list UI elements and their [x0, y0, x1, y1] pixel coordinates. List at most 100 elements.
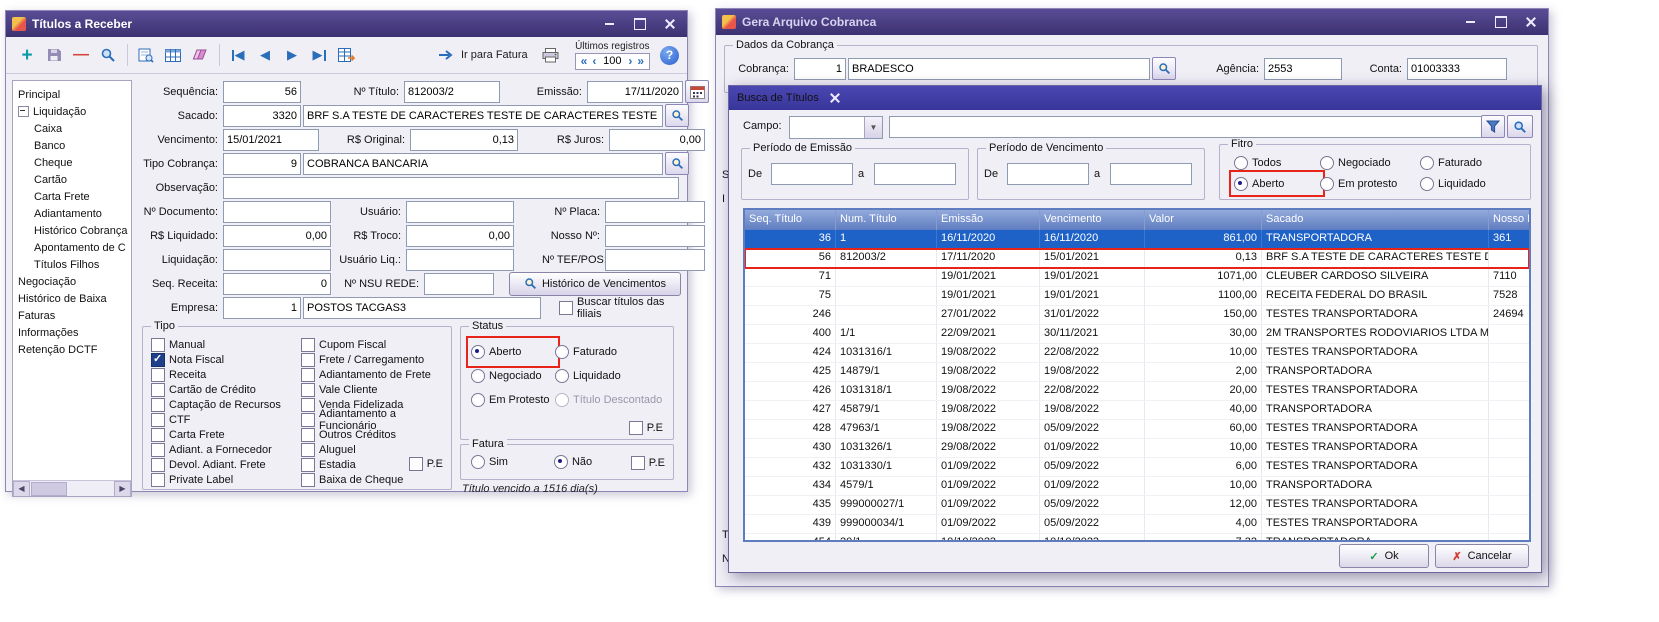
- pager-last-button[interactable]: »: [637, 55, 644, 67]
- buscar-filiais-checkbox[interactable]: Buscar títulos das filiais: [559, 300, 681, 315]
- rs-original-input[interactable]: [410, 129, 518, 151]
- minimize-button[interactable]: [596, 14, 623, 34]
- radio-sim[interactable]: Sim: [471, 455, 508, 469]
- checkbox-icon[interactable]: [301, 398, 315, 412]
- checkbox-icon[interactable]: [301, 353, 315, 367]
- ok-button[interactable]: ✓ Ok: [1339, 544, 1429, 568]
- column-header-emiss-o[interactable]: Emissão: [937, 210, 1040, 230]
- num-placa-input[interactable]: [605, 201, 705, 223]
- radio-negociado[interactable]: Negociado: [471, 365, 555, 387]
- table-row[interactable]: 439999000034/101/09/202205/09/20224,00TE…: [745, 515, 1529, 534]
- pe-checkbox-status[interactable]: P.E: [629, 420, 663, 435]
- maximize-button[interactable]: [1487, 12, 1514, 32]
- observacao-input[interactable]: [223, 177, 679, 199]
- delete-button[interactable]: —: [68, 42, 94, 68]
- empresa-code-input[interactable]: [223, 297, 301, 319]
- checkbox-item-receita[interactable]: Receita: [151, 367, 297, 382]
- checkbox-icon[interactable]: [151, 353, 165, 367]
- seq-receita-input[interactable]: [223, 273, 331, 295]
- checkbox-icon[interactable]: [151, 458, 165, 472]
- sidebar-hscrollbar[interactable]: ◀ ▶: [13, 480, 131, 496]
- radio-todos[interactable]: Todos: [1234, 154, 1320, 171]
- radio-liquidado[interactable]: Liquidado: [1420, 175, 1510, 192]
- emissao-de-input[interactable]: [771, 163, 853, 185]
- maximize-button[interactable]: [626, 14, 653, 34]
- checkbox-icon[interactable]: [151, 368, 165, 382]
- table-row[interactable]: 4001/122/09/202130/11/202130,002M TRANSP…: [745, 325, 1529, 344]
- grid-view-button[interactable]: [160, 42, 186, 68]
- tipo-cobranca-search-button[interactable]: [665, 152, 689, 175]
- scroll-left-icon[interactable]: ◀: [13, 481, 30, 497]
- checkbox-item-baixa-de-cheque[interactable]: Baixa de Cheque: [301, 472, 449, 487]
- checkbox-item-adiantamento-a-funcion-rio[interactable]: Adiantamento a Funcionário: [301, 412, 449, 427]
- table-row[interactable]: 42745879/119/08/202219/08/202240,00TRANS…: [745, 401, 1529, 420]
- checkbox-item-nota-fiscal[interactable]: Nota Fiscal: [151, 352, 297, 367]
- checkbox-icon[interactable]: [301, 458, 315, 472]
- column-header-sacado[interactable]: Sacado: [1262, 210, 1489, 230]
- checkbox-item-adiant-a-fornecedor[interactable]: Adiant. a Fornecedor: [151, 442, 297, 457]
- cobranca-name-input[interactable]: [848, 58, 1150, 80]
- radio-em-protesto[interactable]: Em protesto: [1320, 175, 1420, 192]
- checkbox-item-adiantamento-de-frete[interactable]: Adiantamento de Frete: [301, 367, 449, 382]
- sidebar-item-hist-rico-de-baixa[interactable]: Histórico de Baixa: [18, 290, 129, 307]
- num-nsu-rede-input[interactable]: [424, 273, 494, 295]
- table-row[interactable]: 7119/01/202119/01/20211071,00CLEUBER CAR…: [745, 268, 1529, 287]
- table-row[interactable]: 4261031318/119/08/202222/08/202220,00TES…: [745, 382, 1529, 401]
- radio-em-protesto[interactable]: Em Protesto: [471, 389, 555, 411]
- search-button[interactable]: [95, 42, 121, 68]
- radio-liquidado[interactable]: Liquidado: [555, 365, 663, 387]
- radio-t-tulo-descontado[interactable]: Título Descontado: [555, 389, 663, 411]
- print-button[interactable]: [538, 42, 564, 68]
- pe-checkbox-tipo[interactable]: P.E: [409, 456, 443, 471]
- sidebar-item-negocia-o[interactable]: Negociação: [18, 273, 129, 290]
- checkbox-item-cart-o-de-cr-dito[interactable]: Cartão de Crédito: [151, 382, 297, 397]
- scroll-thumb[interactable]: [31, 482, 67, 496]
- column-header-valor[interactable]: Valor: [1145, 210, 1262, 230]
- busca-search-input[interactable]: [889, 116, 1483, 138]
- ir-para-fatura-button[interactable]: Ir para Fatura: [438, 49, 528, 61]
- agencia-input[interactable]: [1264, 58, 1342, 80]
- usuario-input[interactable]: [406, 201, 514, 223]
- checkbox-item-cupom-fiscal[interactable]: Cupom Fiscal: [301, 337, 449, 352]
- checkbox-item-frete-carregamento[interactable]: Frete / Carregamento: [301, 352, 449, 367]
- checkbox-icon[interactable]: [151, 473, 165, 487]
- tipo-cobranca-code-input[interactable]: [223, 153, 301, 175]
- sacado-name-input[interactable]: [303, 105, 663, 127]
- right-window-titlebar[interactable]: Gera Arquivo Cobranca: [716, 9, 1548, 35]
- checkbox-icon[interactable]: [301, 338, 315, 352]
- sidebar-item-adiantamento[interactable]: Adiantamento: [18, 205, 129, 222]
- column-header-vencimento[interactable]: Vencimento: [1040, 210, 1145, 230]
- radio-aberto[interactable]: Aberto: [1234, 175, 1320, 192]
- sacado-code-input[interactable]: [223, 105, 301, 127]
- export-grid-button[interactable]: [333, 42, 359, 68]
- num-documento-input[interactable]: [223, 201, 331, 223]
- save-button[interactable]: [41, 42, 67, 68]
- table-row[interactable]: 4344579/101/09/202201/09/202210,00TRANSP…: [745, 477, 1529, 496]
- nosso-num-input[interactable]: [605, 225, 705, 247]
- close-button[interactable]: [1517, 12, 1544, 32]
- checkbox-item-private-label[interactable]: Private Label: [151, 472, 297, 487]
- table-row[interactable]: 42847963/119/08/202205/09/202260,00TESTE…: [745, 420, 1529, 439]
- cancel-button[interactable]: ✗ Cancelar: [1435, 544, 1529, 568]
- calendar-button[interactable]: [685, 80, 709, 103]
- historico-vencimentos-button[interactable]: Histórico de Vencimentos: [509, 272, 681, 296]
- checkbox-icon[interactable]: [151, 383, 165, 397]
- sidebar-item-carta-frete[interactable]: Carta Frete: [18, 188, 129, 205]
- sidebar-item-banco[interactable]: Banco: [18, 137, 129, 154]
- emissao-a-input[interactable]: [874, 163, 956, 185]
- table-row[interactable]: 42514879/119/08/202219/08/20222,00TRANSP…: [745, 363, 1529, 382]
- radio-aberto[interactable]: Aberto: [471, 341, 555, 363]
- sidebar-item-principal[interactable]: Principal: [18, 86, 129, 103]
- checkbox-icon[interactable]: [301, 413, 315, 427]
- vencimento-de-input[interactable]: [1007, 163, 1089, 185]
- sidebar-item-apontamento-de-c[interactable]: Apontamento de C: [18, 239, 129, 256]
- table-row[interactable]: 435999000027/101/09/202205/09/202212,00T…: [745, 496, 1529, 515]
- vencimento-a-input[interactable]: [1110, 163, 1192, 185]
- checkbox-icon[interactable]: [301, 443, 315, 457]
- column-header-seq-t-tulo[interactable]: Seq. Título: [745, 210, 836, 230]
- table-row[interactable]: 36116/11/202016/11/2020861,00TRANSPORTAD…: [745, 230, 1529, 249]
- column-header-nosso-n-mero[interactable]: Nosso Número: [1489, 210, 1529, 230]
- table-row[interactable]: 4241031316/119/08/202222/08/202210,00TES…: [745, 344, 1529, 363]
- left-window-titlebar[interactable]: Títulos a Receber: [6, 11, 687, 37]
- checkbox-icon[interactable]: [151, 413, 165, 427]
